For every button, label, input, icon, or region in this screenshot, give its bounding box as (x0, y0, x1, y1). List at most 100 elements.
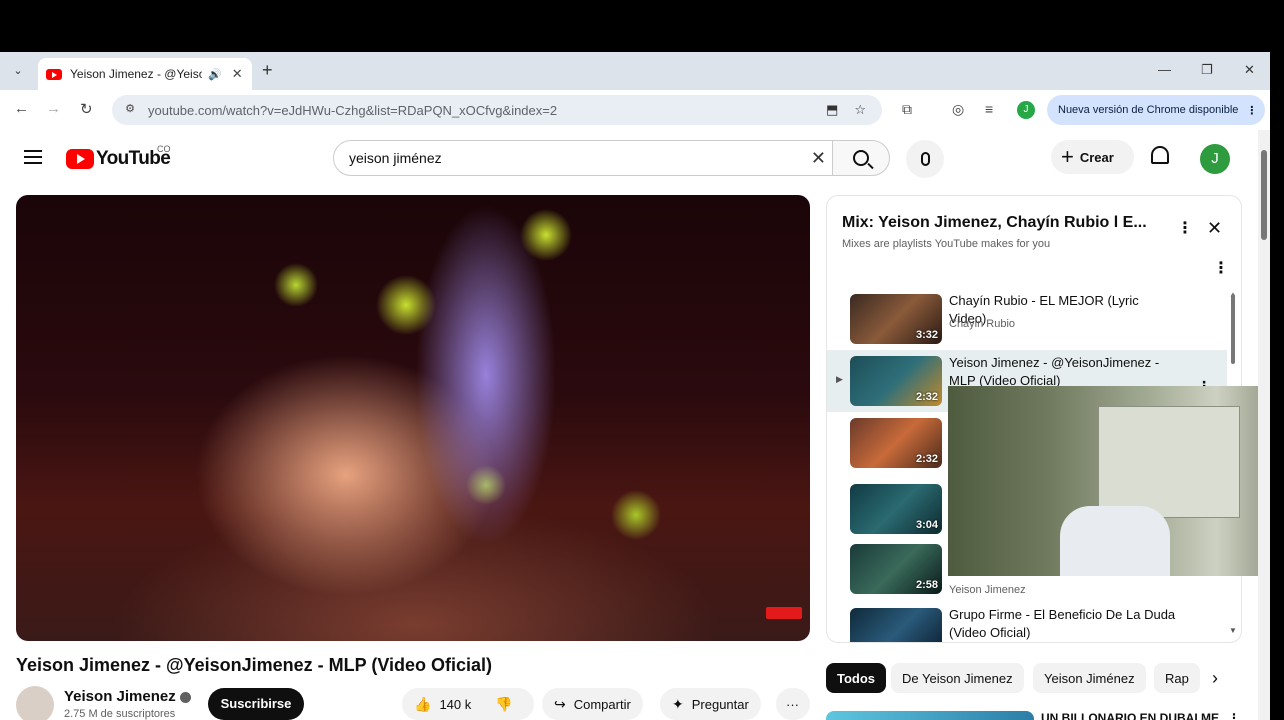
address-bar[interactable]: ⚙ youtube.com/watch?v=eJdHWu-Czhg&list=R… (112, 95, 882, 125)
playlist-item[interactable]: Grupo Firme - El Beneficio De La Duda (V… (827, 602, 1227, 642)
playlist-close-icon[interactable]: ✕ (1207, 218, 1222, 239)
screen-top-border (0, 0, 1284, 52)
webcam-overlay (948, 386, 1284, 576)
ask-button[interactable]: ✦ Preguntar (660, 688, 761, 720)
screen-right-border (1270, 52, 1284, 720)
more-actions-button[interactable]: ··· (776, 688, 810, 720)
ask-label: Preguntar (691, 696, 749, 712)
chrome-update-button[interactable]: Nueva versión de Chrome disponible ⋮ (1047, 95, 1265, 125)
youtube-play-icon (66, 149, 94, 169)
tab-search-icon[interactable]: ⌄ (8, 61, 28, 81)
minimize-icon[interactable]: — (1158, 62, 1171, 77)
forward-arrow-icon[interactable]: → (46, 100, 61, 117)
sparkle-icon: ✦ (672, 695, 684, 712)
account-avatar[interactable]: J (1200, 144, 1230, 174)
notifications-bell-icon[interactable] (1151, 146, 1169, 164)
plus-icon: + (1061, 144, 1074, 169)
channel-name[interactable]: Yeison Jimenez (64, 688, 191, 705)
more-horizontal-icon: ··· (786, 696, 799, 712)
video-thumbnail (850, 608, 942, 642)
chrome-menu-icon[interactable]: ⋮ (1246, 104, 1257, 117)
video-thumbnail: 2:32 (850, 418, 942, 468)
chrome-profile-avatar[interactable]: J (1017, 101, 1035, 119)
clear-search-icon[interactable]: ✕ (811, 148, 826, 169)
playlist-item-channel: Yeison Jimenez (949, 584, 1026, 596)
menu-icon[interactable] (24, 150, 42, 168)
site-info-icon[interactable]: ⚙ (122, 102, 138, 118)
video-player[interactable] (16, 195, 810, 641)
back-arrow-icon[interactable]: ← (14, 100, 29, 117)
playlist-scrollbar[interactable] (1231, 294, 1235, 364)
page-scroll-thumb[interactable] (1261, 150, 1267, 240)
playlist-item-title: Grupo Firme - El Beneficio De La Duda (V… (949, 607, 1176, 640)
bookmark-star-icon[interactable]: ☆ (854, 102, 866, 118)
search-input[interactable]: yeison jiménez ✕ (333, 140, 833, 176)
chip-all[interactable]: Todos (826, 663, 887, 693)
new-tab-button[interactable]: + (262, 60, 273, 81)
reload-icon[interactable]: ↻ (80, 100, 93, 118)
share-label: Compartir (573, 696, 631, 712)
create-button[interactable]: + Crear (1051, 140, 1134, 174)
channel-avatar[interactable] (16, 686, 54, 720)
duration-badge: 3:32 (915, 329, 938, 341)
voice-search-button[interactable] (906, 140, 944, 178)
playlist-title[interactable]: Mix: Yeison Jimenez, Chayín Rubio l E... (842, 214, 1172, 232)
restore-icon[interactable]: ❐ (1201, 62, 1213, 78)
search-value: yeison jiménez (349, 150, 442, 166)
youtube-favicon-icon (46, 68, 62, 80)
url-text: youtube.com/watch?v=eJdHWu-Czhg&list=RDa… (148, 102, 558, 118)
extensions-icon[interactable]: ⧉ (902, 101, 912, 118)
chip-rap[interactable]: Rap (1154, 663, 1200, 693)
chevron-right-icon[interactable]: › (1212, 668, 1218, 689)
share-button[interactable]: ↪ Compartir (542, 688, 643, 720)
video-watermark (766, 607, 802, 619)
thumbs-down-icon[interactable]: 👎 (495, 696, 512, 713)
now-playing-icon: ▶ (836, 374, 843, 384)
video-thumbnail: 3:04 (850, 484, 942, 534)
playlist-item[interactable]: 3:32 Chayín Rubio - EL MEJOR (Lyric Vide… (827, 288, 1227, 350)
playlist-options-icon[interactable]: ⋮ (1213, 258, 1229, 278)
channel-name-text: Yeison Jimenez (64, 688, 176, 705)
tab-title: Yeison Jimenez - @YeisonJi (70, 67, 202, 81)
chip-yeison-jimenez[interactable]: Yeison Jiménez (1033, 663, 1146, 693)
close-window-icon[interactable]: ✕ (1244, 62, 1255, 78)
duration-badge: 2:32 (915, 391, 938, 403)
thumbs-up-icon[interactable]: 👍 (414, 696, 431, 713)
browser-tab-strip: ⌄ Yeison Jimenez - @YeisonJi 🔊 ✕ + — ❐ ✕ (0, 52, 1270, 90)
like-count[interactable]: 140 k (439, 697, 471, 712)
recommended-more-icon[interactable]: ⋮ (1228, 711, 1240, 720)
youtube-logo[interactable]: YouTube (66, 148, 171, 170)
like-dislike-group: 👍 140 k 👎 (402, 688, 534, 720)
chip-from-channel[interactable]: De Yeison Jimenez (891, 663, 1024, 693)
browser-tab-active[interactable]: Yeison Jimenez - @YeisonJi 🔊 ✕ (38, 58, 252, 90)
recommended-thumbnail[interactable] (826, 711, 1034, 720)
playlist-scroll-down-icon[interactable]: ▼ (1229, 626, 1237, 635)
search-icon (853, 150, 869, 166)
video-thumbnail: 2:58 (850, 544, 942, 594)
speaker-icon[interactable]: 🔊 (208, 68, 222, 81)
duration-badge: 3:04 (915, 519, 938, 531)
extension-shield-icon[interactable]: ◎ (952, 101, 964, 118)
duration-badge: 2:32 (915, 453, 938, 465)
subscriber-count: 2.75 M de suscriptores (64, 708, 176, 720)
playlist-item-channel: Chayin Rubio (949, 318, 1016, 330)
video-thumbnail: 2:32 (850, 356, 942, 406)
install-app-icon[interactable]: ⬒ (826, 102, 838, 118)
country-code: CO (157, 144, 171, 154)
page-scrollbar[interactable] (1258, 130, 1270, 720)
playlist-subtitle: Mixes are playlists YouTube makes for yo… (842, 238, 1051, 250)
playlist-more-icon[interactable]: ⋮ (1177, 218, 1193, 238)
video-thumbnail: 3:32 (850, 294, 942, 344)
microphone-icon (920, 152, 930, 166)
video-title: Yeison Jimenez - @YeisonJimenez - MLP (V… (16, 655, 493, 675)
close-tab-icon[interactable]: ✕ (232, 66, 243, 82)
recommended-title[interactable]: UN BILLONARIO EN DUBAI ME (1041, 711, 1219, 720)
subscribe-button[interactable]: Suscribirse (208, 688, 304, 720)
verified-badge-icon (179, 691, 191, 703)
search-button[interactable] (832, 140, 890, 176)
media-controls-icon[interactable]: ≡ (985, 101, 993, 117)
playlist-item-title: Yeison Jimenez - @YeisonJimenez - MLP (V… (949, 355, 1160, 388)
duration-badge: 2:58 (915, 579, 938, 591)
create-label: Crear (1079, 149, 1114, 165)
chrome-update-label: Nueva versión de Chrome disponible (1058, 104, 1239, 116)
